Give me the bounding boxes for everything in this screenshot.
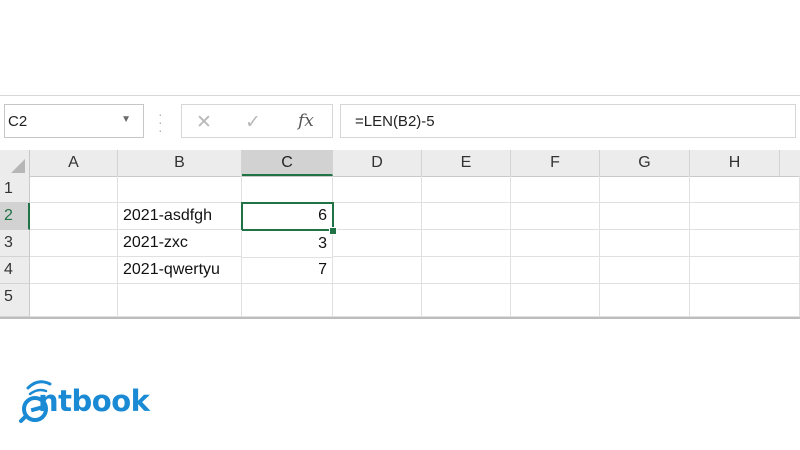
cell-d4[interactable]	[333, 257, 422, 284]
column-header-h[interactable]: H	[690, 150, 780, 176]
name-box[interactable]: C2 ▼	[4, 104, 144, 138]
column-header-e[interactable]: E	[422, 150, 511, 176]
ntbook-logo: ntbook	[18, 378, 178, 428]
cell-c1[interactable]	[242, 176, 333, 203]
cell-b1[interactable]	[118, 176, 242, 203]
cell-f5[interactable]	[511, 284, 600, 317]
cell-g3[interactable]	[600, 230, 690, 257]
column-header-d[interactable]: D	[333, 150, 422, 176]
cell-e2[interactable]	[422, 203, 511, 230]
cell-c4[interactable]: 7	[242, 257, 333, 284]
cell-h5[interactable]	[690, 284, 800, 317]
cell-f3[interactable]	[511, 230, 600, 257]
grid-bottom-border	[0, 317, 800, 319]
fill-handle[interactable]	[329, 227, 337, 235]
cell-g1[interactable]	[600, 176, 690, 203]
cell-e1[interactable]	[422, 176, 511, 203]
cell-h3[interactable]	[690, 230, 800, 257]
formula-buttons: ✕ ✓ fx	[181, 104, 333, 138]
cell-a4[interactable]	[30, 257, 118, 284]
formula-input[interactable]: =LEN(B2)-5	[340, 104, 796, 138]
column-header-c[interactable]: C	[242, 150, 333, 176]
insert-function-icon[interactable]: fx	[298, 111, 314, 131]
cell-d3[interactable]	[333, 230, 422, 257]
cell-h4[interactable]	[690, 257, 800, 284]
cell-e3[interactable]	[422, 230, 511, 257]
cell-a1[interactable]	[30, 176, 118, 203]
cell-c3[interactable]: 3	[242, 231, 333, 258]
column-header-row: A B C D E F G H	[0, 150, 800, 177]
cell-a2[interactable]	[30, 203, 118, 230]
name-box-value: C2	[8, 112, 28, 130]
row-header-2[interactable]: 2	[0, 203, 30, 230]
cell-d5[interactable]	[333, 284, 422, 317]
cell-a3[interactable]	[30, 230, 118, 257]
chevron-down-icon[interactable]: ▼	[121, 114, 131, 125]
cell-b3[interactable]: 2021-zxc	[118, 230, 242, 257]
cell-d1[interactable]	[333, 176, 422, 203]
grip-icon: · · ·	[158, 106, 163, 138]
cell-b2[interactable]: 2021-asdfgh	[118, 203, 242, 230]
cell-h2[interactable]	[690, 203, 800, 230]
cell-h1[interactable]	[690, 176, 800, 203]
logo-text: ntbook	[38, 384, 150, 418]
cell-b4[interactable]: 2021-qwertyu	[118, 257, 242, 284]
row-header-5[interactable]: 5	[0, 284, 30, 317]
select-all-button[interactable]	[0, 150, 30, 176]
cell-f4[interactable]	[511, 257, 600, 284]
cell-d2[interactable]	[333, 203, 422, 230]
cell-g4[interactable]	[600, 257, 690, 284]
cell-e4[interactable]	[422, 257, 511, 284]
cell-f1[interactable]	[511, 176, 600, 203]
column-header-a[interactable]: A	[30, 150, 118, 176]
row-header-1[interactable]: 1	[0, 176, 30, 203]
cell-a5[interactable]	[30, 284, 118, 317]
row-header-3[interactable]: 3	[0, 230, 30, 257]
column-header-f[interactable]: F	[511, 150, 600, 176]
cell-f2[interactable]	[511, 203, 600, 230]
formula-bar: C2 ▼ · · · ✕ ✓ fx =LEN(B2)-5	[0, 95, 800, 148]
spreadsheet-grid: A B C D E F G H 1 2 3 4 5 2021-asdfgh 6 …	[0, 150, 800, 319]
cell-b5[interactable]	[118, 284, 242, 317]
column-header-g[interactable]: G	[600, 150, 690, 176]
check-icon[interactable]: ✓	[245, 111, 261, 134]
cancel-icon[interactable]: ✕	[196, 111, 212, 134]
cell-c5[interactable]	[242, 284, 333, 317]
cell-c2[interactable]: 6	[241, 202, 334, 231]
cell-e5[interactable]	[422, 284, 511, 317]
cell-g5[interactable]	[600, 284, 690, 317]
cell-g2[interactable]	[600, 203, 690, 230]
select-all-icon	[11, 159, 25, 173]
row-header-4[interactable]: 4	[0, 257, 30, 284]
formula-text: =LEN(B2)-5	[355, 112, 435, 130]
column-header-b[interactable]: B	[118, 150, 242, 176]
